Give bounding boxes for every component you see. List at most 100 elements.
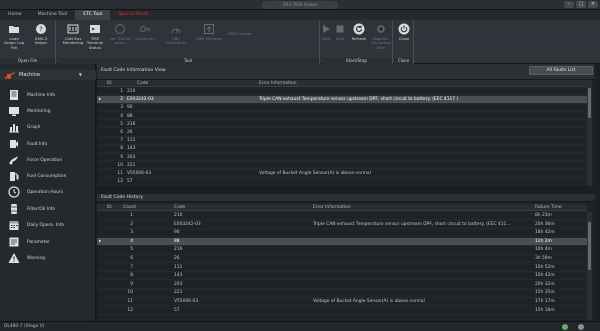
cell-failure-time: 10h 4m	[535, 247, 552, 253]
close-window-button[interactable]: ×	[588, 1, 598, 8]
column-id[interactable]: ID	[107, 80, 112, 87]
maximize-button[interactable]: □	[576, 1, 586, 8]
table-row[interactable]: 3 90 18h 42m	[97, 229, 587, 238]
cell-failure-time: 10h 42m	[535, 273, 555, 279]
table-row[interactable]: ▸ 4 88 12h 2m	[97, 237, 587, 246]
set-thumbwheel-button[interactable]: Set Thumb wheel	[109, 23, 131, 46]
table-row[interactable]: 4 88	[97, 113, 587, 121]
ebc-calibration-button[interactable]: EBC Calibration	[161, 23, 191, 46]
cell-code: 57	[127, 179, 133, 185]
column-error-information[interactable]: Error Information	[259, 80, 297, 87]
column-code[interactable]: Code	[137, 80, 148, 87]
table-row[interactable]: ▸ 2 E003242-03 Triple CAN exhaust Temperatu…	[97, 96, 587, 104]
table-row[interactable]: 5 216	[97, 121, 587, 129]
register-recording-button[interactable]: Register Recording Item	[368, 23, 394, 50]
window-controls: – □ ×	[564, 1, 598, 8]
table-row[interactable]: 7 111 10h 52m	[97, 264, 587, 272]
tab-special-mode[interactable]: Special Mode	[110, 10, 157, 20]
can-bus-icon	[67, 24, 79, 34]
table-row[interactable]: 6 26 3h 59m	[97, 255, 587, 264]
tab-etc-tool[interactable]: ETC Tool	[75, 10, 111, 20]
cell-code: 90	[127, 105, 133, 111]
sidebar-item-monitoring[interactable]: Monitoring	[0, 103, 96, 119]
table-row[interactable]: 5 216 10h 4m	[97, 246, 587, 255]
minimize-button[interactable]: –	[564, 1, 574, 8]
tab-home[interactable]: Home	[0, 10, 30, 20]
column-id[interactable]: ID	[107, 204, 112, 211]
fault-history-scrollbar[interactable]	[587, 212, 592, 320]
key-icon	[140, 26, 151, 32]
load-graph-button[interactable]: Load Graph Log File	[3, 23, 25, 50]
cell-failure-time: 10h 52m	[535, 264, 555, 270]
cell-code: 216	[174, 247, 183, 253]
cell-code: 203	[174, 281, 183, 287]
scrollbar-thumb[interactable]	[588, 88, 591, 118]
table-row[interactable]: 12 57 15h 18m	[97, 307, 587, 315]
table-row[interactable]: 11 V55006-03 Voltage of Bucket Angle Senso…	[97, 298, 587, 307]
help-icon: ?	[36, 24, 46, 34]
cell-code: 57	[174, 307, 180, 313]
table-row[interactable]: 8 143	[97, 145, 587, 153]
table-row[interactable]: 11 V55006-03 Voltage of Bucket Angle Senso…	[97, 170, 587, 178]
table-row[interactable]: 1 210	[97, 88, 587, 96]
sidebar-item-daily-opera-info[interactable]: Daily Opera. Info	[0, 217, 96, 233]
cell-failure-time: 20h 36m	[535, 221, 555, 227]
cell-id: 2	[130, 221, 133, 227]
machine-selector[interactable]: Machine ▼	[0, 70, 96, 80]
column-failure-time[interactable]: Failure Time	[535, 204, 562, 211]
refresh-icon	[353, 23, 365, 35]
sidebar-item-operation-hours[interactable]: Operation Hours	[0, 184, 96, 200]
title-bar: DR3 7000 Viewer – □ ×	[0, 0, 600, 10]
settings-status-icon[interactable]	[578, 324, 584, 330]
table-row[interactable]: 8 143 10h 42m	[97, 272, 587, 281]
power-icon	[398, 23, 410, 35]
column-error-information[interactable]: Error Information	[313, 204, 351, 211]
refresh-button[interactable]: Refresh	[348, 23, 370, 41]
table-row[interactable]: 9 203 20h 32m	[97, 281, 587, 289]
table-row[interactable]: 12 57	[97, 178, 587, 186]
table-row[interactable]: 3 90	[97, 104, 587, 112]
table-row[interactable]: 7 111	[97, 137, 587, 145]
cell-error-information: Triple CAN exhaust Temperature sensor up…	[259, 97, 459, 103]
sidebar-item-force-operation[interactable]: Force Operation	[0, 152, 96, 168]
dms5-helper-button[interactable]: ? DMS-5 Helper	[30, 23, 52, 46]
chevron-down-icon: ▼	[78, 72, 82, 77]
sidebar-item-machine-info[interactable]: Machine Info	[0, 87, 96, 103]
table-row[interactable]: 10 221 15h 35m	[97, 289, 587, 298]
tms-terminal-button[interactable]: TMS Terminal Status	[84, 23, 106, 50]
cell-id: 8	[130, 273, 133, 279]
cell-failure-time: 12h 2m	[535, 238, 552, 244]
sidebar-item-fault-info[interactable]: Fault Info	[0, 136, 96, 152]
column-code[interactable]: Code	[174, 204, 185, 211]
dms-cluster-button[interactable]: DMS Cluster	[227, 31, 253, 36]
cell-code: 26	[174, 256, 180, 261]
sidebar-item-warning[interactable]: Warning	[0, 250, 96, 266]
table-row[interactable]: 6 26	[97, 129, 587, 137]
cell-code: 143	[127, 146, 136, 152]
fault-info-scrollbar[interactable]	[587, 80, 592, 186]
sidebar-item-graph[interactable]: Graph	[0, 119, 96, 135]
sidebar-item-label: Machine Info	[27, 92, 56, 98]
sidebar-item-parameter[interactable]: Parameter	[0, 234, 96, 250]
can-bus-button[interactable]: CAN Bus Monitoring	[62, 23, 84, 46]
refresh-label: Refresh	[351, 36, 367, 41]
column-count[interactable]: Count	[123, 204, 136, 211]
cell-id: 6	[130, 256, 133, 261]
all-faults-button[interactable]: All Faults List	[529, 66, 593, 75]
table-row[interactable]: 2 E003242-03 Triple CAN exhaust Temperatur…	[97, 221, 587, 229]
table-row[interactable]: 9 203	[97, 154, 587, 162]
smart-key-button[interactable]: Smart key	[134, 23, 156, 41]
monitor-icon	[9, 107, 19, 116]
scrollbar-thumb[interactable]	[588, 222, 591, 270]
tab-machine-tool[interactable]: Machine Tool	[30, 10, 76, 20]
clock-icon	[8, 186, 20, 198]
table-row[interactable]: 1 210 8h 23m	[97, 212, 587, 221]
vmm-manager-button[interactable]: VMM Manager	[195, 23, 223, 41]
sidebar-item-fuel-consumption[interactable]: Fuel Consumption	[0, 168, 96, 184]
cell-id: 7	[130, 264, 133, 270]
table-row[interactable]: 10 221	[97, 162, 587, 170]
cell-failure-time: 20h 32m	[535, 281, 555, 287]
row-selected-marker: ▸	[99, 97, 102, 103]
sidebar-item-filter-oil-info[interactable]: Filter/Oil Info	[0, 201, 96, 217]
close-button[interactable]: Close	[393, 23, 415, 41]
